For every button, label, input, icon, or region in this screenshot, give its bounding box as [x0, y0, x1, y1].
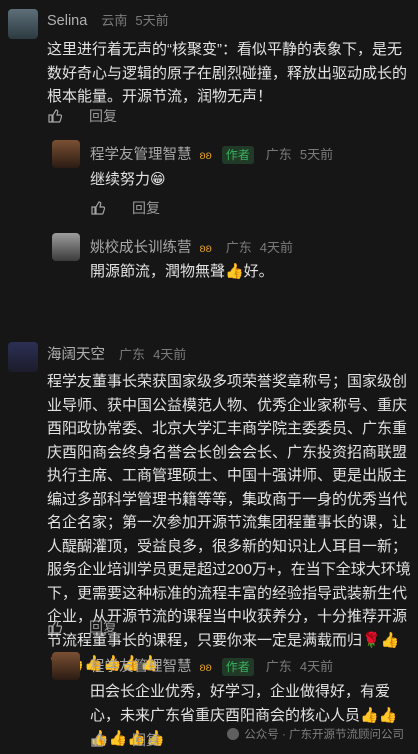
like-icon[interactable]	[47, 619, 63, 635]
comment-author[interactable]: 海阔天空 广东 4天前	[47, 343, 186, 364]
comment-time: 4天前	[153, 347, 187, 362]
reply-button[interactable]: 回复	[132, 198, 160, 218]
like-icon[interactable]	[90, 200, 106, 216]
reply-author-name[interactable]: 姚校成长训练营	[90, 240, 192, 256]
comment-region: 云南	[101, 13, 128, 28]
like-icon[interactable]	[90, 732, 106, 748]
reply-region: 广东	[265, 659, 292, 674]
author-flame-icon: ʚʚ	[199, 660, 212, 674]
author-flame-icon: ʚʚ	[199, 241, 212, 255]
reply-button[interactable]: 回复	[132, 730, 160, 750]
comment-author-name[interactable]: 海阔天空	[47, 347, 105, 363]
footer-text: 公众号 · 广东开源节流顾问公司	[244, 729, 404, 741]
comment-actions: 回复	[47, 106, 117, 126]
reply-region: 广东	[225, 240, 252, 255]
author-badge: 作者	[221, 658, 254, 676]
avatar[interactable]	[8, 342, 38, 372]
footer-watermark: 公众号 · 广东开源节流顾问公司	[227, 726, 404, 742]
reply-author-name[interactable]: 程学友管理智慧	[90, 147, 192, 163]
comment-text: 这里进行着无声的“核聚变”：看似平静的表象下，是无数好奇心与逻辑的原子在剧烈碰撞…	[47, 41, 408, 105]
reply-region: 广东	[265, 147, 292, 162]
wechat-icon	[227, 728, 240, 740]
reply-author[interactable]: 程学友管理智慧 ʚʚ 作者 广东 5天前	[90, 143, 333, 164]
author-badge: 作者	[221, 146, 254, 164]
comment-actions: 回复	[47, 617, 117, 637]
reply-time: 4天前	[299, 659, 334, 674]
comment-author-name[interactable]: Selina	[47, 13, 87, 29]
reply-actions: 回复	[90, 198, 160, 218]
reply-author[interactable]: 姚校成长训练营 ʚʚ 广东 4天前	[90, 236, 293, 257]
comment-region: 广东	[119, 347, 146, 362]
reply-actions: 回复	[90, 730, 160, 750]
reply-author-name[interactable]: 程学友管理智慧	[90, 659, 192, 675]
reply-button[interactable]: 回复	[89, 617, 117, 637]
comment-time: 5天前	[135, 13, 169, 28]
reply-text: 继续努力😁	[90, 171, 166, 188]
like-icon[interactable]	[47, 108, 63, 124]
reply-author[interactable]: 程学友管理智慧 ʚʚ 作者 广东 4天前	[90, 655, 333, 676]
comment-author[interactable]: Selina 云南 5天前	[47, 10, 169, 29]
reply-button[interactable]: 回复	[89, 106, 117, 126]
reply-text: 開源節流，潤物無聲👍好。	[90, 263, 274, 280]
author-flame-icon: ʚʚ	[199, 148, 212, 162]
avatar[interactable]	[52, 140, 80, 168]
reply-time: 5天前	[299, 147, 334, 162]
avatar[interactable]	[52, 233, 80, 261]
reply-time: 4天前	[259, 240, 294, 255]
avatar[interactable]	[8, 9, 38, 39]
avatar[interactable]	[52, 652, 80, 680]
